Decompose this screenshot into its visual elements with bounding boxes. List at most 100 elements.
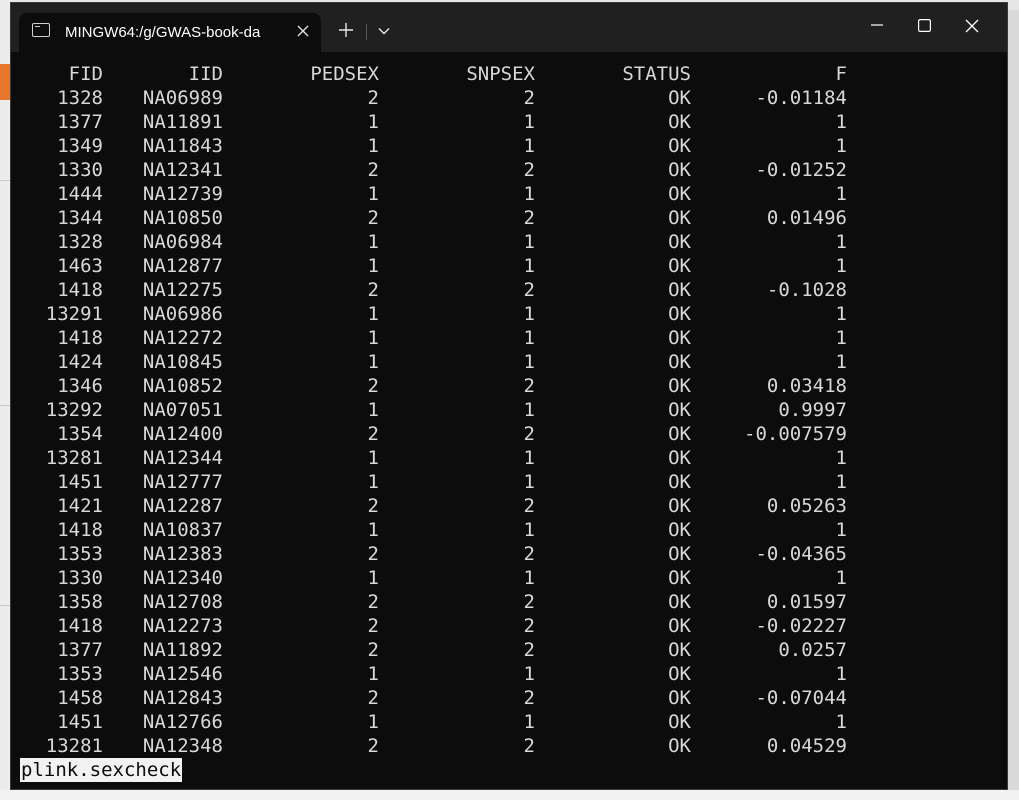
cell-fid: 1349 <box>57 135 103 157</box>
cell-status: OK <box>668 711 691 733</box>
table-row: 1377 NA11891 1 1 OK 1 <box>11 110 1007 134</box>
cell-f: -0.1028 <box>766 279 847 301</box>
table-row: 13291 NA06986 1 1 OK 1 <box>11 302 1007 326</box>
column-header-snpsex: SNPSEX <box>466 63 535 85</box>
cell-iid: NA12383 <box>142 543 223 565</box>
cell-pedsex: 2 <box>367 615 379 637</box>
cell-snpsex: 1 <box>523 399 535 421</box>
table-row: 1424 NA10845 1 1 OK 1 <box>11 350 1007 374</box>
cell-iid: NA11891 <box>142 111 223 133</box>
column-header-f: F <box>835 63 847 85</box>
desktop-divider <box>0 405 10 406</box>
cell-snpsex: 1 <box>523 303 535 325</box>
table-row: 1330 NA12340 1 1 OK 1 <box>11 566 1007 590</box>
cell-pedsex: 1 <box>367 231 379 253</box>
table-row: 1451 NA12766 1 1 OK 1 <box>11 710 1007 734</box>
cell-fid: 1328 <box>57 231 103 253</box>
table-row: 1418 NA12273 2 2 OK -0.02227 <box>11 614 1007 638</box>
cell-iid: NA12348 <box>142 735 223 757</box>
maximize-icon <box>917 19 931 32</box>
cell-pedsex: 2 <box>367 687 379 709</box>
cell-pedsex: 1 <box>367 255 379 277</box>
cell-snpsex: 1 <box>523 711 535 733</box>
cell-iid: NA06989 <box>142 87 223 109</box>
cell-pedsex: 1 <box>367 111 379 133</box>
cell-iid: NA10837 <box>142 519 223 541</box>
cell-fid: 1377 <box>57 111 103 133</box>
maximize-button[interactable] <box>901 3 947 49</box>
tab-title: MINGW64:/g/GWAS-book-da <box>65 24 261 41</box>
cell-f: 0.0257 <box>778 639 847 661</box>
table-row: 1353 NA12546 1 1 OK 1 <box>11 662 1007 686</box>
cell-pedsex: 1 <box>367 471 379 493</box>
new-tab-button[interactable] <box>329 13 363 47</box>
pager-status-line[interactable]: plink.sexcheck <box>20 758 183 782</box>
table-row: 1418 NA10837 1 1 OK 1 <box>11 518 1007 542</box>
cell-iid: NA12777 <box>142 471 223 493</box>
cell-status: OK <box>668 399 691 421</box>
cell-f: 1 <box>835 351 847 373</box>
table-row: 1354 NA12400 2 2 OK -0.007579 <box>11 422 1007 446</box>
cell-pedsex: 1 <box>367 567 379 589</box>
table-row: 1418 NA12275 2 2 OK -0.1028 <box>11 278 1007 302</box>
cell-snpsex: 2 <box>523 495 535 517</box>
table-row: 1353 NA12383 2 2 OK -0.04365 <box>11 542 1007 566</box>
close-window-button[interactable] <box>949 3 995 49</box>
cell-iid: NA12766 <box>142 711 223 733</box>
cell-status: OK <box>668 519 691 541</box>
cell-iid: NA12708 <box>142 591 223 613</box>
cell-iid: NA12843 <box>142 687 223 709</box>
cell-iid: NA10845 <box>142 351 223 373</box>
cell-fid: 1330 <box>57 567 103 589</box>
cell-iid: NA12340 <box>142 567 223 589</box>
cell-f: -0.007579 <box>744 423 847 445</box>
title-bar[interactable]: MINGW64:/g/GWAS-book-da <box>11 3 1007 52</box>
column-header-status: STATUS <box>622 63 691 85</box>
cell-f: 1 <box>835 111 847 133</box>
cell-f: 1 <box>835 663 847 685</box>
cell-status: OK <box>668 639 691 661</box>
terminal-output[interactable]: FID IID PEDSEX SNPSEX STATUS F 1328 NA069… <box>11 52 1007 789</box>
cell-f: 0.01496 <box>766 207 847 229</box>
table-header-row: FID IID PEDSEX SNPSEX STATUS F <box>11 62 1007 86</box>
table-row: 1349 NA11843 1 1 OK 1 <box>11 134 1007 158</box>
cell-status: OK <box>668 567 691 589</box>
cell-snpsex: 2 <box>523 375 535 397</box>
close-icon <box>297 25 309 37</box>
cell-status: OK <box>668 279 691 301</box>
tab-mingw64[interactable]: MINGW64:/g/GWAS-book-da <box>19 13 321 52</box>
cell-status: OK <box>668 135 691 157</box>
cell-iid: NA12273 <box>142 615 223 637</box>
table-row: 1330 NA12341 2 2 OK -0.01252 <box>11 158 1007 182</box>
cell-f: -0.04365 <box>755 543 847 565</box>
cell-f: -0.01252 <box>755 159 847 181</box>
cell-status: OK <box>668 423 691 445</box>
cell-pedsex: 1 <box>367 519 379 541</box>
table-row: 1358 NA12708 2 2 OK 0.01597 <box>11 590 1007 614</box>
cell-snpsex: 1 <box>523 471 535 493</box>
cell-snpsex: 1 <box>523 231 535 253</box>
cell-status: OK <box>668 447 691 469</box>
cell-status: OK <box>668 183 691 205</box>
table-row: 1418 NA12272 1 1 OK 1 <box>11 326 1007 350</box>
cell-pedsex: 1 <box>367 711 379 733</box>
cell-status: OK <box>668 303 691 325</box>
column-header-pedsex: PEDSEX <box>310 63 379 85</box>
terminal-window[interactable]: MINGW64:/g/GWAS-book-da FID IID PEDSEX S… <box>10 2 1008 790</box>
cell-status: OK <box>668 207 691 229</box>
cell-fid: 13281 <box>45 735 103 757</box>
cell-status: OK <box>668 471 691 493</box>
cell-snpsex: 2 <box>523 279 535 301</box>
cell-iid: NA10852 <box>142 375 223 397</box>
cell-fid: 1424 <box>57 351 103 373</box>
cell-f: 1 <box>835 183 847 205</box>
tab-dropdown-button[interactable] <box>367 13 401 47</box>
cell-fid: 1418 <box>57 327 103 349</box>
cell-pedsex: 2 <box>367 159 379 181</box>
table-row: 1444 NA12739 1 1 OK 1 <box>11 182 1007 206</box>
cell-pedsex: 2 <box>367 423 379 445</box>
cell-pedsex: 2 <box>367 279 379 301</box>
minimize-button[interactable] <box>854 3 900 49</box>
cell-f: 1 <box>835 711 847 733</box>
close-tab-button[interactable] <box>293 21 313 41</box>
